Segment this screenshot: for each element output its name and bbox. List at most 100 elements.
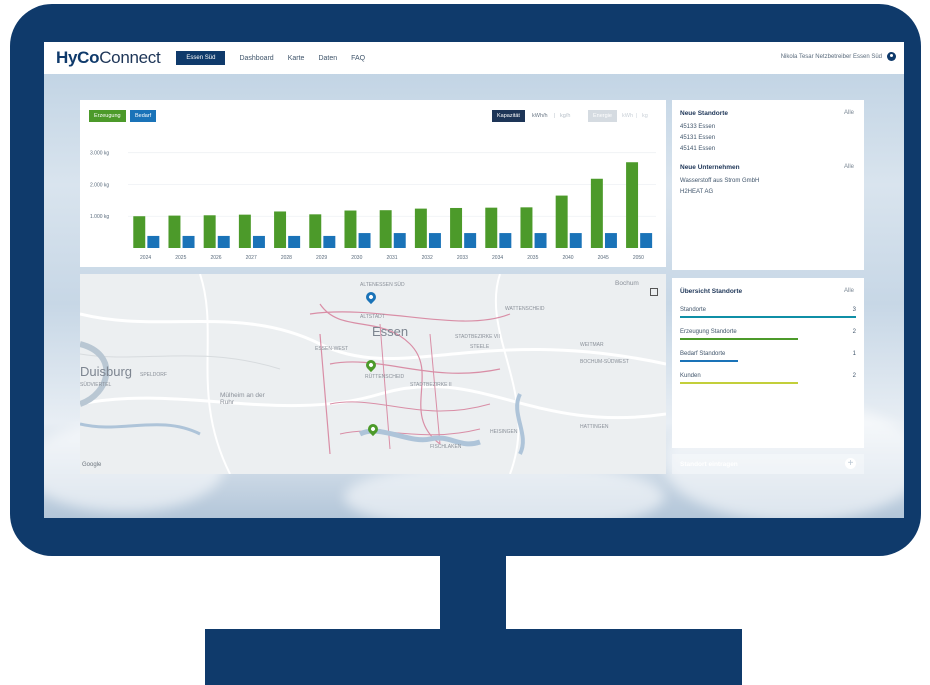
map-label: ALTSTADT <box>360 314 385 320</box>
map-city-bochum: Bochum <box>615 280 639 287</box>
overview-row-value: 2 <box>852 329 856 335</box>
x-tick-label: 2040 <box>562 255 573 261</box>
overview-row[interactable]: Bedarf Standorte 1 <box>680 351 856 362</box>
overview-row[interactable]: Standorte 3 <box>680 307 856 318</box>
nav-link-faq[interactable]: FAQ <box>351 55 365 62</box>
overview-row[interactable]: Erzeugung Standorte 2 <box>680 329 856 340</box>
monitor-stand-base <box>205 629 742 685</box>
bar-demand <box>358 233 371 248</box>
new-site-item[interactable]: 45131 Essen <box>680 135 715 141</box>
new-sites-panel: Neue Standorte Alle 45133 Essen 45131 Es… <box>672 100 864 270</box>
x-tick-label: 2024 <box>140 255 151 261</box>
bar-demand <box>428 233 441 248</box>
new-companies-title: Neue Unternehmen <box>680 164 740 171</box>
user-name[interactable]: Nikola Tesar Netzbetreiber Essen Süd <box>781 54 882 60</box>
y-tick-label: 2.000 kg <box>90 182 109 188</box>
bar-production <box>520 207 533 248</box>
overview-all-link[interactable]: Alle <box>844 288 854 294</box>
overview-row-value: 3 <box>852 307 856 313</box>
monitor-stand-neck <box>440 556 506 631</box>
map-city-duisburg: Duisburg <box>80 364 133 379</box>
new-company-item[interactable]: H2HEAT AG <box>680 189 713 195</box>
bar-demand <box>288 235 301 248</box>
overview-row[interactable]: Kunden 2 <box>680 373 856 384</box>
bar-demand <box>147 235 160 248</box>
overview-row-bar <box>680 338 798 340</box>
map-label: HATTINGEN <box>580 424 609 430</box>
logo-bold: HyCo <box>56 48 100 67</box>
map-city-muelheim: Mülheim an der Ruhr <box>220 392 265 406</box>
bar-demand <box>569 233 582 248</box>
bar-production <box>485 207 498 248</box>
x-tick-label: 2030 <box>351 255 362 261</box>
bar-demand <box>393 233 406 248</box>
site-overview-panel: Übersicht Standorte Alle Standorte 3 Erz… <box>672 278 864 448</box>
site-selector-button[interactable]: Essen Süd <box>176 51 226 65</box>
overview-row-value: 1 <box>852 351 856 357</box>
bar-demand <box>604 233 617 248</box>
map-label: BOCHUM-SÜDWEST <box>580 359 629 365</box>
overview-row-bar <box>680 360 739 362</box>
bar-demand <box>217 235 230 248</box>
x-tick-label: 2045 <box>598 255 609 261</box>
bar-demand <box>534 233 547 248</box>
x-tick-label: 2031 <box>386 255 397 261</box>
bar-production <box>450 207 463 248</box>
nav-link-dashboard[interactable]: Dashboard <box>239 55 273 62</box>
bar-demand <box>499 233 512 248</box>
chart-panel: Erzeugung Bedarf Kapazität kWh/h | kg/h … <box>80 100 666 267</box>
new-sites-all-link[interactable]: Alle <box>844 110 854 116</box>
map-label: WEITMAR <box>580 342 604 348</box>
overview-row-label: Bedarf Standorte <box>680 351 726 357</box>
new-company-item[interactable]: Wasserstoff aus Strom GmbH <box>680 178 759 184</box>
overview-title: Übersicht Standorte <box>680 288 743 295</box>
bar-demand <box>252 235 265 248</box>
map-label: RÜTTENSCHEID <box>365 374 405 380</box>
logo-rest: Connect <box>99 48 161 67</box>
x-tick-label: 2027 <box>246 255 257 261</box>
x-tick-label: 2050 <box>633 255 644 261</box>
overview-row-value: 2 <box>852 373 856 379</box>
production-demand-bar-chart: 3.000 kg 2.000 kg 1.000 kg 2024 2025 2026 2027… <box>90 151 656 261</box>
overview-row-bar <box>680 382 798 384</box>
bar-production <box>626 162 639 248</box>
app-logo[interactable]: HyCoConnect <box>56 48 161 68</box>
bar-production <box>133 216 146 248</box>
overview-row-bar <box>680 316 856 318</box>
fullscreen-icon[interactable] <box>650 288 658 296</box>
overview-row-label: Standorte <box>680 307 707 313</box>
nav-link-data[interactable]: Daten <box>318 55 337 62</box>
x-tick-label: 2029 <box>316 255 327 261</box>
monitor-screen: HyCoConnect Essen Süd Dashboard Karte Da… <box>44 42 904 518</box>
top-navigation: HyCoConnect Essen Süd Dashboard Karte Da… <box>44 42 904 74</box>
overview-row-label: Kunden <box>680 373 701 379</box>
map-label: SÜDVIERTEL <box>80 382 112 388</box>
map-label: SPELDORF <box>140 372 167 378</box>
bar-demand <box>464 233 477 248</box>
new-site-item[interactable]: 45141 Essen <box>680 146 715 152</box>
add-site-button[interactable]: Standort eintragen + <box>672 454 864 474</box>
bar-production <box>379 210 392 248</box>
bar-demand <box>640 233 653 248</box>
new-site-item[interactable]: 45133 Essen <box>680 124 715 130</box>
x-tick-label: 2026 <box>210 255 221 261</box>
bar-production <box>414 208 427 248</box>
map-label: ESSEN-WEST <box>315 346 349 352</box>
bar-production <box>344 210 357 248</box>
new-companies-all-link[interactable]: Alle <box>844 164 854 170</box>
map-label: FISCHLAKEN <box>430 444 462 450</box>
y-tick-label: 3.000 kg <box>90 151 109 157</box>
bar-demand <box>182 235 195 248</box>
nav-link-map[interactable]: Karte <box>288 55 305 62</box>
map-label: WATTENSCHEID <box>505 306 545 312</box>
map-label: ALTENESSEN SÜD <box>360 282 405 288</box>
x-tick-label: 2032 <box>422 255 433 261</box>
x-tick-label: 2033 <box>457 255 468 261</box>
bar-production <box>309 214 322 248</box>
map-panel[interactable]: Essen Duisburg Mülheim an der Ruhr Bochu… <box>80 274 666 474</box>
map-label: HEISINGEN <box>490 429 518 435</box>
x-tick-label: 2035 <box>527 255 538 261</box>
plus-icon: + <box>845 458 856 469</box>
overview-row-label: Erzeugung Standorte <box>680 329 737 335</box>
user-icon[interactable] <box>887 52 896 61</box>
